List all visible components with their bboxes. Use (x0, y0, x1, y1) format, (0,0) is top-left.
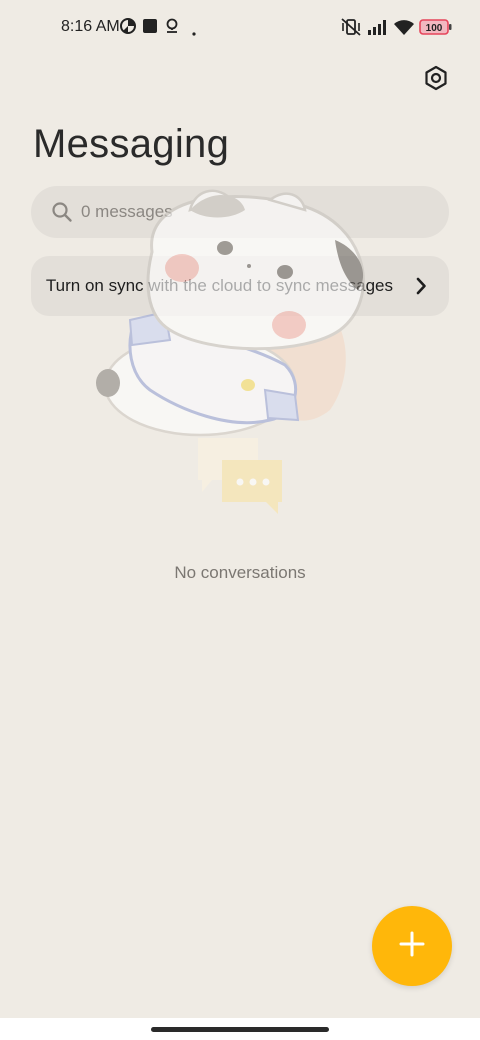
page-title: Messaging (33, 122, 230, 166)
battery-level: 100 (426, 23, 443, 34)
square-notification-icon (142, 18, 158, 39)
plus-icon (398, 930, 426, 963)
location-pin-icon (164, 18, 180, 40)
wifi-icon (393, 18, 415, 41)
status-bar: 8:16 AM 100 (0, 0, 480, 56)
empty-state-text: No conversations (174, 563, 306, 582)
settings-hexagon-icon (423, 65, 449, 96)
settings-button[interactable] (420, 64, 452, 96)
status-time: 8:16 AM (61, 18, 120, 35)
signal-icon (367, 18, 389, 41)
home-indicator[interactable] (151, 1027, 329, 1032)
data-saver-icon (120, 18, 136, 39)
empty-state-illustration (90, 180, 390, 525)
chevron-right-icon (415, 276, 427, 301)
dot-icon (191, 24, 197, 42)
mute-vibrate-icon (340, 18, 362, 41)
new-message-button[interactable] (372, 906, 452, 986)
navigation-bar (0, 1018, 480, 1040)
search-icon (51, 201, 73, 228)
battery-icon: 100 (419, 19, 453, 40)
